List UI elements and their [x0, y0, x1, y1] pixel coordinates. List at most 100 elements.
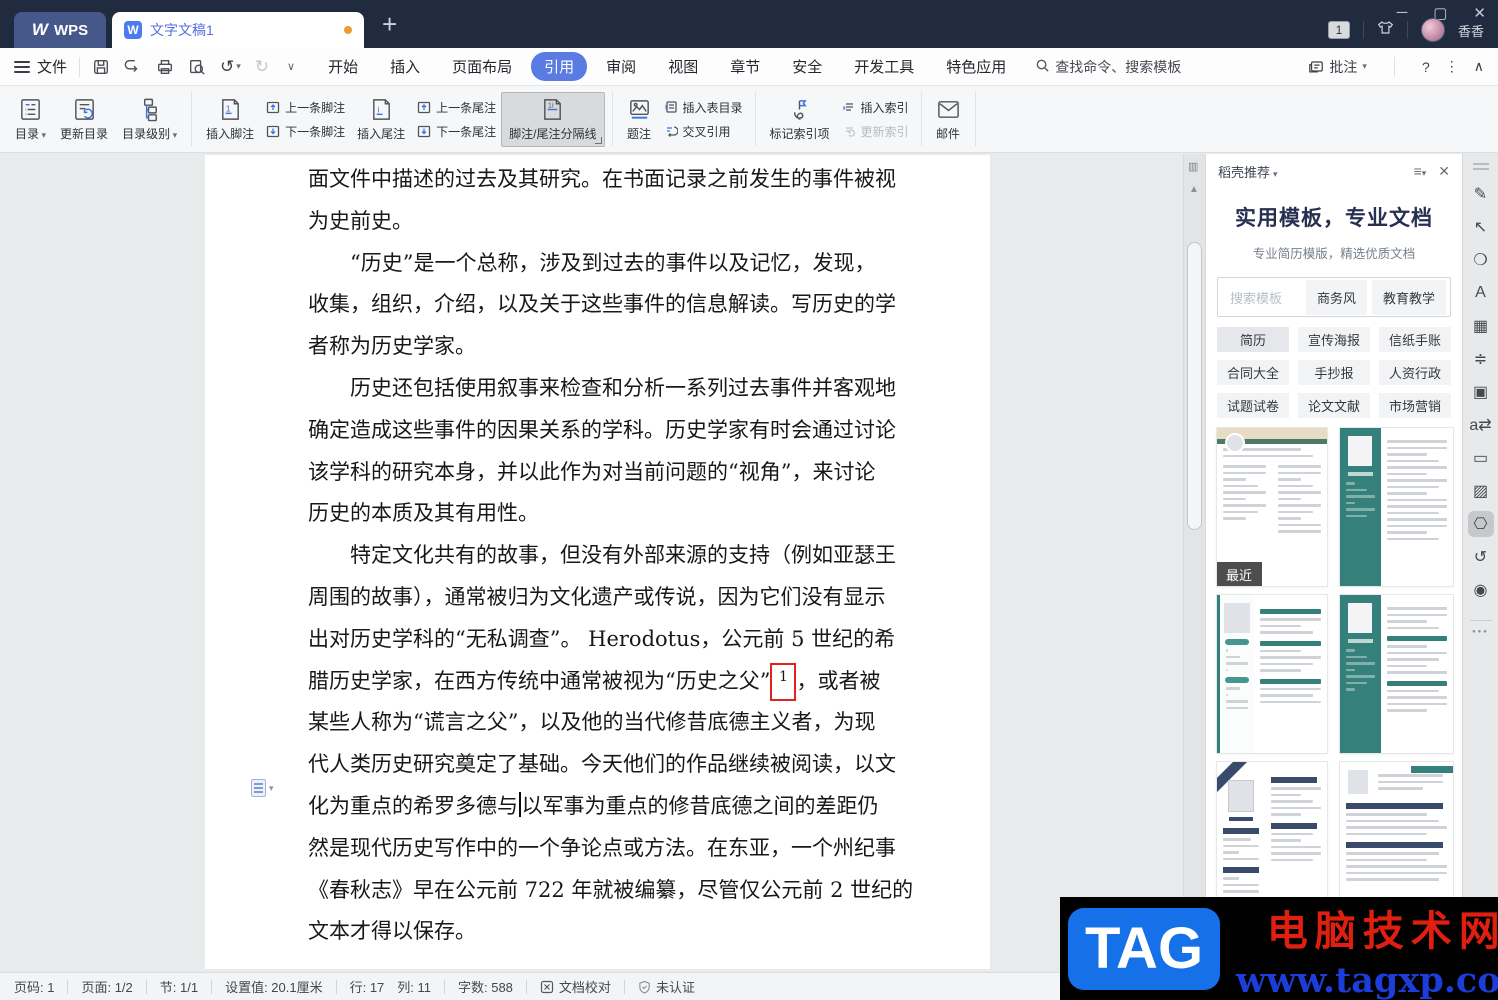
update-toc-button[interactable]: 更新目录: [53, 93, 115, 146]
user-name[interactable]: 香香: [1458, 21, 1484, 40]
caption-button[interactable]: 题注: [620, 93, 659, 146]
insert-table-toc-button[interactable]: 插入表目录: [664, 99, 743, 116]
status-item[interactable]: 页面: 1/2: [81, 977, 132, 996]
template-thumbnail-1[interactable]: 最近: [1217, 428, 1327, 586]
ribbon-tab-章节[interactable]: 章节: [717, 52, 773, 81]
ribbon-tab-开发工具[interactable]: 开发工具: [841, 52, 927, 81]
template-tag-宣传海报[interactable]: 宣传海报: [1298, 327, 1370, 352]
ribbon-tab-审阅[interactable]: 审阅: [593, 52, 649, 81]
template-thumbnail-3[interactable]: [1217, 595, 1327, 753]
comment-button[interactable]: 批注 ▾: [1308, 57, 1367, 77]
command-search[interactable]: 查找命令、搜索模板: [1035, 57, 1181, 77]
save-icon[interactable]: [92, 58, 110, 76]
new-tab-button[interactable]: +: [382, 6, 397, 48]
template-filter-教育教学[interactable]: 教育教学: [1371, 279, 1446, 315]
next-footnote-button[interactable]: 下一条脚注: [266, 123, 345, 140]
template-filter-商务风[interactable]: 商务风: [1305, 279, 1367, 315]
status-item[interactable]: 设置值: 20.1厘米: [225, 977, 323, 996]
template-tag-简历[interactable]: 简历: [1217, 327, 1289, 352]
file-menu-button[interactable]: 文件: [14, 56, 67, 77]
customize-toolbar-chevron-icon[interactable]: ∨: [287, 60, 295, 73]
footnote-endnote-separator-button[interactable]: 1i 脚注/尾注分隔线: [501, 91, 605, 147]
status-item[interactable]: 字数: 588: [458, 977, 513, 996]
document-count-badge[interactable]: 1: [1327, 21, 1350, 39]
template-search-box[interactable]: 搜索模板 商务风 教育教学: [1217, 277, 1451, 317]
template-store-icon[interactable]: ⎔: [1467, 511, 1494, 537]
ribbon-tab-页面布局[interactable]: 页面布局: [439, 52, 525, 81]
more-options-icon[interactable]: ⋮: [1445, 58, 1459, 75]
print-preview-icon[interactable]: [188, 58, 206, 76]
more-tools-icon[interactable]: ●●●: [1472, 629, 1489, 635]
media-library-icon[interactable]: ▣: [1468, 379, 1494, 405]
translate-icon[interactable]: a⇄: [1468, 412, 1494, 438]
ribbon-tab-引用[interactable]: 引用: [531, 52, 588, 81]
template-tag-人资行政[interactable]: 人资行政: [1379, 360, 1451, 385]
ribbon-tab-视图[interactable]: 视图: [655, 52, 711, 81]
document-tab[interactable]: W 文字文稿1: [112, 12, 364, 48]
status-item[interactable]: 页码: 1: [14, 977, 54, 996]
template-search-placeholder[interactable]: 搜索模板: [1222, 288, 1301, 307]
print-icon[interactable]: [156, 58, 174, 76]
user-avatar[interactable]: [1420, 18, 1445, 42]
sort-list-icon[interactable]: ≡▾: [1414, 163, 1427, 180]
record-icon[interactable]: ◉: [1468, 577, 1494, 603]
history-icon[interactable]: ↺: [1468, 544, 1494, 570]
document-text[interactable]: 面文件中描述的过去及其研究。在书面记录之前发生的事件被视 为史前史。 “历史”是一…: [308, 159, 913, 953]
insert-footnote-button[interactable]: 1 插入脚注: [199, 93, 261, 146]
shapes-icon[interactable]: ❍: [1468, 247, 1494, 273]
status-item[interactable]: 文档校对: [540, 977, 611, 996]
template-tag-合同大全[interactable]: 合同大全: [1217, 360, 1289, 385]
document-scrollbar[interactable]: ▥ ▲: [1183, 154, 1205, 972]
paragraph-options-icon[interactable]: ▾: [251, 779, 274, 797]
panel-drag-handle[interactable]: [1472, 160, 1489, 173]
toc-level-button[interactable]: 目录级别 ▾: [115, 93, 184, 146]
collapse-ribbon-icon[interactable]: ∧: [1474, 58, 1484, 75]
panel-title: 稻壳推荐: [1218, 164, 1271, 180]
redo-icon[interactable]: ↻: [255, 57, 269, 77]
undo-button[interactable]: ↺ ▾: [220, 57, 241, 77]
next-endnote-button[interactable]: 下一条尾注: [417, 123, 496, 140]
insert-index-button[interactable]: 插入索引: [842, 99, 909, 116]
settings-sliders-icon[interactable]: ≑: [1468, 346, 1494, 372]
titlebar-user-cluster: 1 香香: [1327, 18, 1484, 42]
insert-endnote-button[interactable]: i 插入尾注: [350, 93, 412, 146]
mark-index-button[interactable]: 标记索引项: [763, 93, 837, 146]
panel-title-dropdown[interactable]: 稻壳推荐 ▾: [1218, 162, 1278, 181]
prev-endnote-button[interactable]: 上一条尾注: [417, 99, 496, 116]
ribbon-tab-特色应用[interactable]: 特色应用: [933, 52, 1019, 81]
select-cursor-icon[interactable]: ↖: [1468, 214, 1494, 240]
wps-home-tab[interactable]: W WPS: [14, 12, 106, 48]
document-canvas[interactable]: 面文件中描述的过去及其研究。在书面记录之前发生的事件被视 为史前史。 “历史”是一…: [0, 154, 1183, 972]
template-thumbnail-2[interactable]: [1340, 428, 1453, 586]
template-tag-市场营销[interactable]: 市场营销: [1379, 393, 1451, 418]
template-tag-论文文献[interactable]: 论文文献: [1298, 393, 1370, 418]
status-item[interactable]: 行: 17 列: 11: [350, 977, 431, 996]
prev-footnote-button[interactable]: 上一条脚注: [266, 99, 345, 116]
ribbon-tab-插入[interactable]: 插入: [377, 52, 433, 81]
status-item[interactable]: 节: 1/1: [160, 977, 198, 996]
wordart-icon[interactable]: A: [1468, 280, 1494, 306]
comment-label: 批注: [1329, 58, 1358, 75]
help-button[interactable]: ?: [1422, 59, 1430, 75]
cross-reference-button[interactable]: 交叉引用: [664, 123, 743, 140]
scroll-up-arrow-icon[interactable]: ▲: [1189, 184, 1199, 195]
template-tag-手抄报[interactable]: 手抄报: [1298, 360, 1370, 385]
ribbon-tab-开始[interactable]: 开始: [315, 52, 371, 81]
ribbon-tab-安全[interactable]: 安全: [779, 52, 835, 81]
template-thumbnail-4[interactable]: [1340, 595, 1453, 753]
status-item[interactable]: 未认证: [638, 977, 695, 996]
mail-button[interactable]: 邮件: [929, 93, 968, 146]
ruler-toggle-icon[interactable]: ▥: [1188, 160, 1198, 173]
close-panel-icon[interactable]: ✕: [1438, 163, 1450, 180]
export-pdf-icon[interactable]: [124, 58, 142, 76]
table-icon[interactable]: ▦: [1468, 313, 1494, 339]
edit-pen-icon[interactable]: ✎: [1468, 181, 1494, 207]
template-tag-信纸手账[interactable]: 信纸手账: [1379, 327, 1451, 352]
document-page[interactable]: 面文件中描述的过去及其研究。在书面记录之前发生的事件被视 为史前史。 “历史”是一…: [205, 155, 990, 969]
archive-box-icon[interactable]: ▭: [1468, 445, 1494, 471]
scrollbar-thumb[interactable]: [1187, 242, 1202, 530]
picture-icon[interactable]: ▨: [1468, 478, 1494, 504]
template-tag-试题试卷[interactable]: 试题试卷: [1217, 393, 1289, 418]
toc-button[interactable]: 目录 ▾: [8, 93, 53, 146]
skin-theme-icon[interactable]: [1377, 20, 1394, 40]
